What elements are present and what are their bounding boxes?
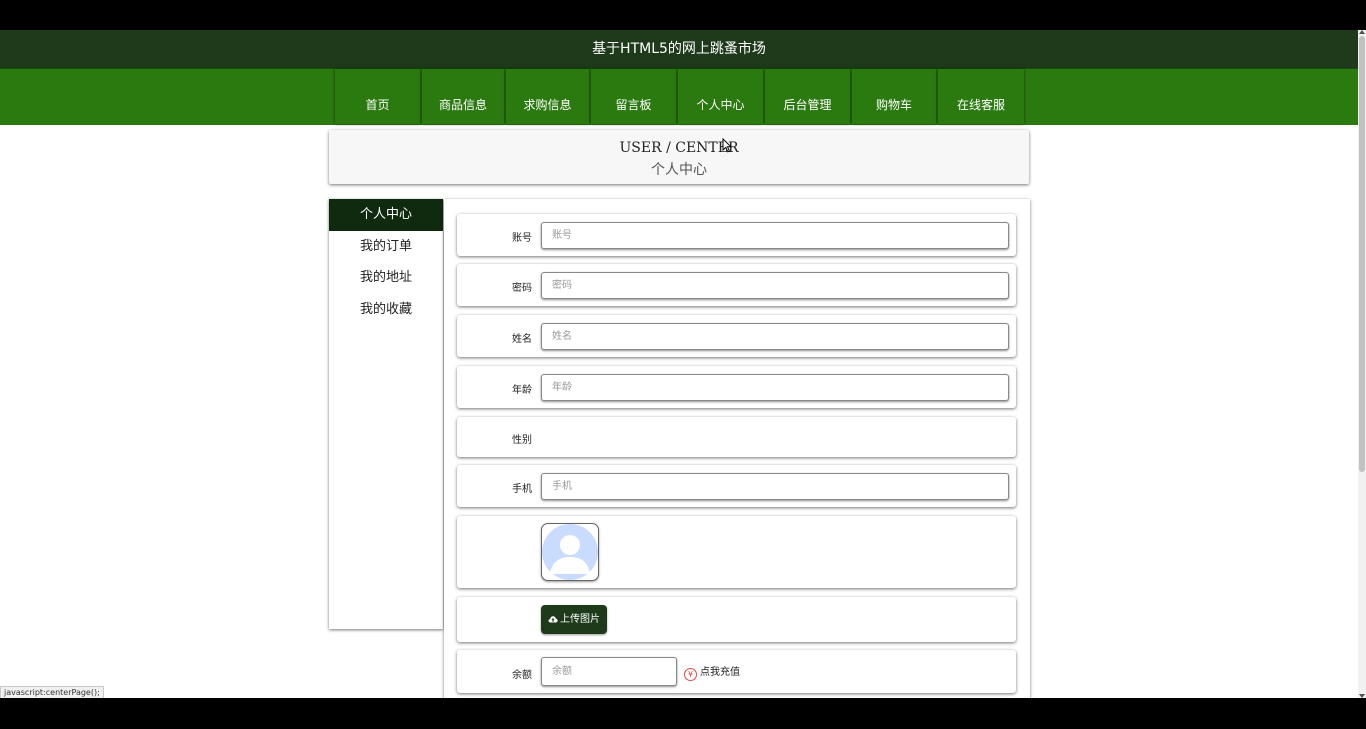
avatar-placeholder-icon	[542, 524, 598, 580]
browser-viewport: 基于HTML5的网上跳蚤市场 首页 商品信息 求购信息 留言板 个人中心 后台管…	[0, 30, 1358, 698]
nav-online-service[interactable]: 在线客服	[938, 69, 1024, 124]
upload-image-label: 上传图片	[560, 614, 600, 625]
age-input[interactable]	[541, 374, 1009, 401]
name-input[interactable]	[541, 323, 1009, 350]
sidebar-item-favorites[interactable]: 我的收藏	[329, 294, 443, 326]
profile-form: 账号 密码 姓名 年龄 性别 手机	[444, 199, 1030, 698]
form-row-phone: 手机	[457, 465, 1016, 507]
form-row-age: 年龄	[457, 366, 1016, 408]
banner-title-en: USER / CENTER	[619, 140, 739, 156]
password-input[interactable]	[541, 272, 1009, 299]
scroll-up-arrow-icon[interactable]	[1359, 30, 1365, 34]
nav-wanted[interactable]: 求购信息	[506, 69, 589, 124]
scrollbar-thumb[interactable]	[1359, 36, 1365, 472]
mouse-cursor-icon	[722, 138, 732, 153]
balance-input[interactable]	[541, 657, 677, 686]
cloud-upload-icon	[548, 616, 558, 623]
age-label: 年龄	[512, 385, 532, 396]
phone-input[interactable]	[541, 473, 1009, 500]
recharge-label: 点我充值	[700, 667, 740, 678]
form-row-name: 姓名	[457, 315, 1016, 357]
status-bar-url: javascript:centerPage();	[0, 686, 104, 698]
site-title-bar: 基于HTML5的网上跳蚤市场	[0, 30, 1358, 68]
main-nav: 首页 商品信息 求购信息 留言板 个人中心 后台管理 购物车 在线客服	[0, 68, 1358, 125]
form-row-gender: 性别	[457, 417, 1016, 457]
form-row-balance: 余额 ¥点我充值	[457, 650, 1016, 693]
nav-home[interactable]: 首页	[335, 69, 420, 124]
account-label: 账号	[512, 233, 532, 244]
page-banner: USER / CENTER 个人中心	[329, 130, 1029, 184]
user-sidebar: 个人中心 我的订单 我的地址 我的收藏	[329, 199, 443, 629]
vertical-scrollbar[interactable]	[1358, 30, 1366, 698]
banner-title-cn: 个人中心	[651, 162, 707, 178]
nav-admin[interactable]: 后台管理	[765, 69, 850, 124]
upload-image-button[interactable]: 上传图片	[541, 605, 607, 634]
scroll-down-arrow-icon[interactable]	[1359, 694, 1365, 698]
sidebar-item-address[interactable]: 我的地址	[329, 262, 443, 294]
name-label: 姓名	[512, 334, 532, 345]
balance-label: 余额	[512, 670, 532, 681]
account-input[interactable]	[541, 222, 1009, 249]
password-label: 密码	[512, 283, 532, 294]
sidebar-item-user-center[interactable]: 个人中心	[329, 199, 443, 231]
yen-icon: ¥	[684, 668, 697, 681]
form-row-avatar	[457, 516, 1016, 588]
avatar-image[interactable]	[541, 523, 599, 581]
nav-user-center[interactable]: 个人中心	[678, 69, 763, 124]
site-title: 基于HTML5的网上跳蚤市场	[592, 41, 766, 57]
sidebar-item-orders[interactable]: 我的订单	[329, 231, 443, 263]
form-row-account: 账号	[457, 214, 1016, 256]
nav-products[interactable]: 商品信息	[422, 69, 504, 124]
nav-cart[interactable]: 购物车	[852, 69, 936, 124]
recharge-link[interactable]: ¥ 点我充值	[684, 663, 740, 681]
nav-message-board[interactable]: 留言板	[591, 69, 676, 124]
form-row-upload: 上传图片	[457, 597, 1016, 642]
form-row-password: 密码	[457, 264, 1016, 306]
phone-label: 手机	[512, 484, 532, 495]
gender-label: 性别	[512, 435, 532, 446]
